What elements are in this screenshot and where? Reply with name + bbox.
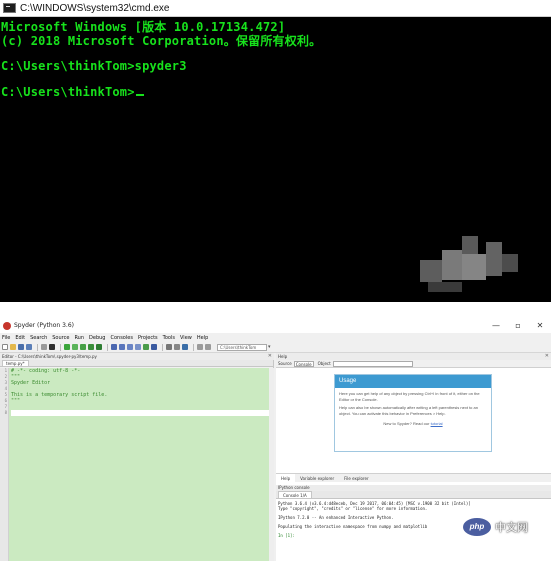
arrow-right-icon[interactable] <box>205 344 211 350</box>
menu-search[interactable]: Search <box>30 335 47 341</box>
menu-view[interactable]: View <box>180 335 192 341</box>
new-window-icon[interactable] <box>41 344 47 350</box>
step-into-icon[interactable] <box>127 344 133 350</box>
new-file-icon[interactable] <box>2 344 8 350</box>
tab-variable-explorer[interactable]: Variable explorer <box>295 474 339 483</box>
step-icon[interactable] <box>119 344 125 350</box>
watermark-text: 中文网 <box>495 521 528 534</box>
current-code-line <box>11 410 274 416</box>
code-editor[interactable]: 1 2 3 4 5 6 7 8 # -*- coding: utf-8 -*- … <box>0 368 274 561</box>
minimize-icon[interactable]: — <box>485 321 507 330</box>
working-directory-field[interactable]: C:\Users\thinkTom <box>217 343 267 351</box>
toolbar-divider <box>162 343 163 351</box>
help-tabbar: Help Variable explorer File explorer <box>276 473 551 483</box>
menu-edit[interactable]: Edit <box>15 335 25 341</box>
usage-paragraph: Here you can get help of any object by p… <box>339 391 480 402</box>
spyder-menubar: File Edit Search Source Run Debug Consol… <box>0 333 551 342</box>
spyder-logo-icon <box>3 321 11 330</box>
cmd-app-icon <box>3 3 16 13</box>
editor-tabbar: temp.py* <box>0 360 273 367</box>
maximize-pane-icon[interactable] <box>166 344 172 350</box>
help-content: Usage Here you can get help of any objec… <box>276 369 551 490</box>
cmd-cursor <box>135 93 144 96</box>
editor-pane-title-text: Editor - C:\Users\thinkTom\.spyder-py3\t… <box>2 354 97 359</box>
console-tabbar: Console 1/A <box>276 491 551 499</box>
debug-icon[interactable] <box>111 344 117 350</box>
continue-icon[interactable] <box>143 344 149 350</box>
help-object-label: Object <box>317 361 331 366</box>
tutorial-link[interactable]: tutorial <box>431 421 443 426</box>
editor-pane-title: Editor - C:\Users\thinkTom\.spyder-py3\t… <box>0 353 274 360</box>
help-pane-title: Help ✕ <box>276 353 551 360</box>
cmd-prompt: C:\Users\thinkTom> <box>1 84 135 99</box>
usage-paragraph: Help can also be shown automatically aft… <box>339 405 478 416</box>
help-pane-title-text: Help <box>278 354 288 359</box>
run-cell-icon[interactable] <box>80 344 86 350</box>
usage-title: Usage <box>335 375 491 388</box>
help-object-input[interactable] <box>332 360 413 367</box>
site-watermark: php 中文网 <box>463 518 528 536</box>
run-selection-icon[interactable] <box>96 344 102 350</box>
pixelated-blur-region <box>400 232 530 300</box>
spyder-toolbar: C:\Users\thinkTom ▾ <box>0 342 551 353</box>
cmd-titlebar[interactable]: C:\WINDOWS\system32\cmd.exe <box>0 0 551 17</box>
usage-tutorial-line: New to Spyder? Read our tutorial <box>335 421 491 427</box>
help-pane: Source Console Object Usage Here you can… <box>276 360 551 490</box>
menu-tools[interactable]: Tools <box>163 335 175 341</box>
run-file-icon[interactable] <box>72 344 78 350</box>
toolbar-divider <box>37 343 38 351</box>
editor-scrollbar[interactable] <box>269 368 274 561</box>
toolbar-divider <box>193 343 194 351</box>
stop-debug-icon[interactable] <box>151 344 157 350</box>
cmd-line: C:\Users\thinkTom>spyder3 <box>1 59 187 74</box>
console-tab[interactable]: Console 1/A <box>278 491 312 498</box>
preferences-icon[interactable] <box>174 344 180 350</box>
line-number-gutter: 1 2 3 4 5 6 7 8 <box>0 368 9 561</box>
menu-file[interactable]: File <box>2 335 10 341</box>
toolbar-divider <box>60 343 61 351</box>
chevron-down-icon[interactable]: ▾ <box>268 344 271 350</box>
pane-headers: Editor - C:\Users\thinkTom\.spyder-py3\t… <box>0 353 551 360</box>
menu-source[interactable]: Source <box>52 335 69 341</box>
menu-run[interactable]: Run <box>74 335 84 341</box>
editor-tab-temp[interactable]: temp.py* <box>2 360 29 366</box>
close-icon[interactable]: ✕ <box>529 321 551 330</box>
python-path-icon[interactable] <box>182 344 188 350</box>
cmd-window-title: C:\WINDOWS\system32\cmd.exe <box>20 2 170 14</box>
menu-projects[interactable]: Projects <box>138 335 158 341</box>
help-toolbar: Source Console Object <box>276 360 551 368</box>
line-number: 8 <box>4 410 7 415</box>
console-icon[interactable] <box>49 344 55 350</box>
help-source-select[interactable]: Console <box>293 360 314 367</box>
arrow-left-icon[interactable] <box>197 344 203 350</box>
step-return-icon[interactable] <box>135 344 141 350</box>
save-all-icon[interactable] <box>26 344 32 350</box>
pane-close-icon[interactable]: ✕ <box>545 353 549 360</box>
spyder-titlebar[interactable]: Spyder (Python 3.6) — ▫ ✕ <box>0 318 551 333</box>
spyder-window-title: Spyder (Python 3.6) <box>14 322 74 329</box>
code-text[interactable]: # -*- coding: utf-8 -*- """ Spyder Edito… <box>11 368 274 416</box>
watermark-logo: php <box>463 518 491 536</box>
run-cell-advance-icon[interactable] <box>88 344 94 350</box>
save-icon[interactable] <box>18 344 24 350</box>
help-source-label: Source <box>278 361 292 366</box>
cmd-line: Microsoft Windows [版本 10.0.17134.472] <box>1 20 286 34</box>
toolbar-divider <box>107 343 108 351</box>
usage-box: Usage Here you can get help of any objec… <box>334 374 492 452</box>
pane-close-icon[interactable]: ✕ <box>268 353 272 360</box>
tab-file-explorer[interactable]: File explorer <box>339 474 373 483</box>
menu-consoles[interactable]: Consoles <box>110 335 132 341</box>
maximize-icon[interactable]: ▫ <box>507 321 529 330</box>
cmd-window: C:\WINDOWS\system32\cmd.exe Microsoft Wi… <box>0 0 551 302</box>
menu-debug[interactable]: Debug <box>89 335 105 341</box>
usage-tutorial-prefix: New to Spyder? Read our <box>383 421 430 426</box>
cmd-prompt-line: C:\Users\thinkTom> <box>1 84 551 100</box>
open-file-icon[interactable] <box>10 344 16 350</box>
menu-help[interactable]: Help <box>197 335 208 341</box>
cmd-line: (c) 2018 Microsoft Corporation。保留所有权利。 <box>1 33 322 48</box>
cmd-console-output[interactable]: Microsoft Windows [版本 10.0.17134.472] (c… <box>0 17 551 99</box>
editor-pane: temp.py* 1 2 3 4 5 6 7 8 # -*- coding: u… <box>0 360 274 561</box>
tab-help[interactable]: Help <box>276 473 296 483</box>
run-icon[interactable] <box>64 344 70 350</box>
